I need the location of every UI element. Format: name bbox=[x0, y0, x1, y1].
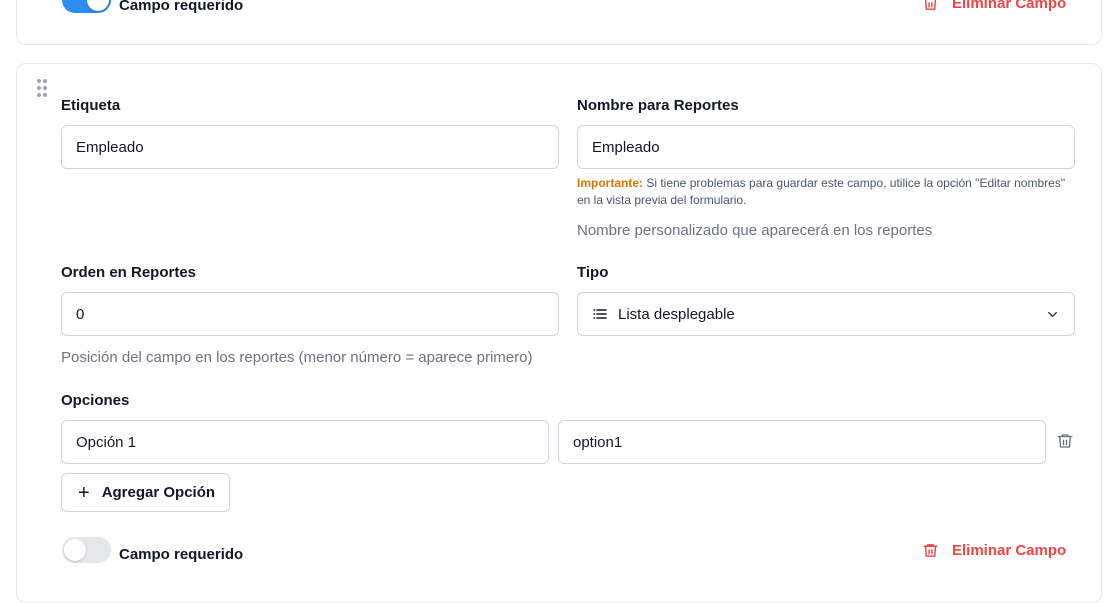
report-order-hint: Posición del campo en los reportes (meno… bbox=[61, 349, 533, 366]
warning-text: Si tiene problemas para guardar este cam… bbox=[577, 176, 1066, 207]
option-value-input[interactable] bbox=[558, 420, 1046, 464]
delete-field-label: Eliminar Campo bbox=[952, 542, 1067, 559]
toggle-knob bbox=[64, 539, 86, 561]
delete-field-button[interactable]: Eliminar Campo bbox=[922, 542, 1066, 559]
required-toggle[interactable] bbox=[62, 0, 111, 13]
report-name-warning: Importante: Si tiene problemas para guar… bbox=[577, 175, 1067, 209]
plus-icon: + bbox=[78, 481, 90, 504]
toggle-knob bbox=[87, 0, 109, 11]
add-option-button[interactable]: + Agregar Opción bbox=[61, 473, 231, 512]
report-order-input[interactable] bbox=[61, 292, 559, 336]
field-card-previous: Campo requerido Eliminar Campo bbox=[16, 0, 1102, 45]
options-title: Opciones bbox=[61, 392, 130, 409]
list-icon bbox=[593, 309, 607, 319]
required-toggle[interactable] bbox=[62, 537, 111, 563]
delete-field-button[interactable]: Eliminar Campo bbox=[922, 0, 1066, 12]
option-label-input[interactable] bbox=[61, 420, 549, 464]
report-name-title: Nombre para Reportes bbox=[577, 97, 739, 114]
field-card: Etiqueta Nombre para Reportes Importante… bbox=[16, 63, 1102, 603]
drag-handle-icon[interactable] bbox=[37, 79, 49, 97]
trash-icon bbox=[924, 0, 937, 10]
report-order-title: Orden en Reportes bbox=[61, 264, 197, 281]
type-title: Tipo bbox=[577, 264, 609, 281]
delete-field-label: Eliminar Campo bbox=[952, 0, 1067, 12]
delete-option-trash-icon[interactable] bbox=[1056, 432, 1074, 450]
type-select-value: Lista desplegable bbox=[618, 305, 735, 323]
report-name-hint: Nombre personalizado que aparecerá en lo… bbox=[577, 222, 933, 239]
report-name-input[interactable] bbox=[577, 125, 1075, 169]
label-field-title: Etiqueta bbox=[61, 97, 121, 114]
required-toggle-label: Campo requerido bbox=[119, 546, 244, 563]
required-toggle-label: Campo requerido bbox=[119, 0, 244, 14]
type-select[interactable]: Lista desplegable bbox=[577, 292, 1075, 336]
trash-icon bbox=[923, 544, 938, 557]
add-option-label: Agregar Opción bbox=[101, 484, 216, 501]
warning-prefix: Importante: bbox=[577, 176, 643, 190]
chevron-down-icon bbox=[1048, 311, 1057, 318]
label-input[interactable] bbox=[61, 125, 559, 169]
